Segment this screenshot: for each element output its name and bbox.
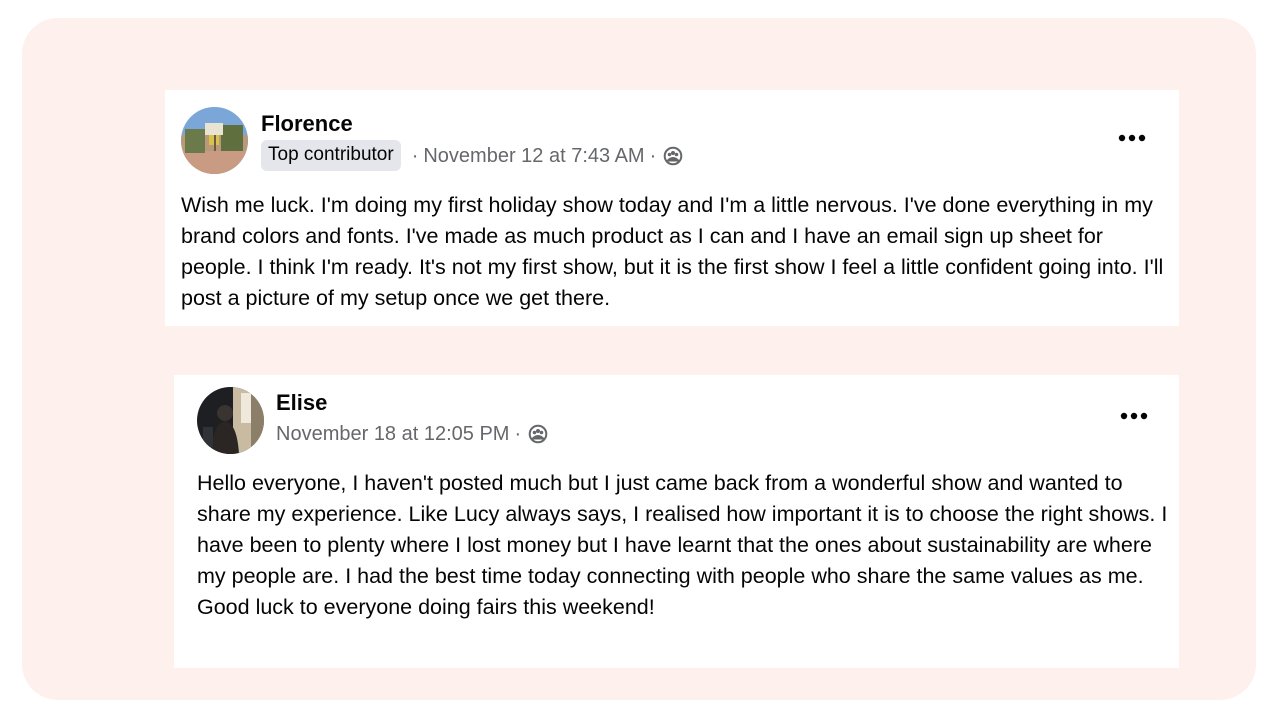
post-card: Elise November 18 at 12:05 PM · Hello ev… <box>174 375 1179 668</box>
post-text: Hello everyone, I haven't posted much bu… <box>197 471 1168 619</box>
avatar-photo <box>197 387 264 454</box>
meta-separator: · <box>514 423 522 445</box>
post-text: Wish me luck. I'm doing my first holiday… <box>181 193 1164 310</box>
post-timestamp[interactable]: November 18 at 12:05 PM <box>276 422 509 446</box>
more-options-icon[interactable] <box>1119 409 1149 423</box>
post-card: Florence Top contributor · November 12 a… <box>165 90 1179 326</box>
avatar[interactable] <box>181 107 248 174</box>
avatar[interactable] <box>197 387 264 454</box>
post-meta: Top contributor · November 12 at 7:43 AM… <box>261 140 683 171</box>
avatar-photo <box>181 107 248 174</box>
meta-separator: · <box>649 144 657 167</box>
group-icon <box>528 424 548 444</box>
author-name[interactable]: Elise <box>276 390 327 416</box>
group-icon <box>663 146 683 166</box>
post-meta: November 18 at 12:05 PM · <box>276 422 548 446</box>
meta-separator: · <box>411 144 419 167</box>
post-timestamp[interactable]: November 12 at 7:43 AM <box>423 144 644 168</box>
top-contributor-badge[interactable]: Top contributor <box>261 140 401 171</box>
author-name[interactable]: Florence <box>261 111 353 137</box>
more-options-icon[interactable] <box>1117 131 1147 145</box>
background-frame: Florence Top contributor · November 12 a… <box>22 18 1256 700</box>
